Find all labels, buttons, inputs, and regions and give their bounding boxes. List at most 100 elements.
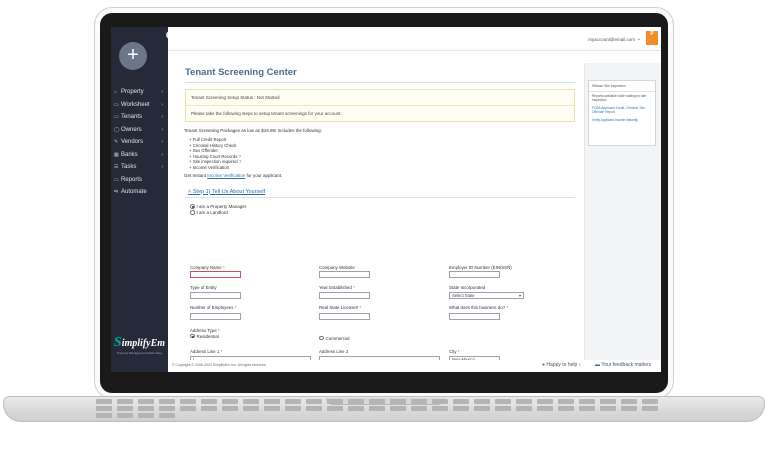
keyboard-key [264,406,280,411]
keyboard-key [285,406,301,411]
sidebar-item-automate[interactable]: ⇆ Automate [111,186,168,198]
radio-selected-icon[interactable] [190,204,195,209]
real_estate_license-label-text: Real State License# [319,305,359,310]
keyboard-key [411,406,427,411]
owners-icon: ◯ [114,126,120,133]
keyboard-key [474,406,490,411]
keyboard-key [516,406,532,411]
sidebar-item-tasks[interactable]: ☰ Tasks › [111,161,168,173]
chevron-right-icon: › [161,114,163,120]
state_incorporated-label-text: State Incorporated [449,285,486,290]
packages-intro: Tenant Screening Packages as low as $19.… [184,128,322,133]
address2-label-text: Address Line 2 [319,349,349,354]
state_incorporated-select[interactable]: Select State ▾ [449,292,524,299]
keyboard-key [285,399,301,404]
sidebar-item-banks[interactable]: ▦ Banks › [111,149,168,161]
keyboard-key [600,399,616,404]
radio-empty-icon[interactable] [319,335,324,341]
ein-label-text: Employer ID Number (EIN/SSN) [449,265,512,270]
address-type-commercial[interactable]: Commercial [319,335,350,341]
keyboard-key [159,406,175,411]
sidebar-item-property[interactable]: ⌂ Property › [111,86,168,98]
sidebar-item-label: Automate [121,189,147,195]
package-item-label: + Full Credit Report [189,137,227,142]
keyboard-key [243,406,259,411]
feedback-link[interactable]: ▬ Your feedback matters [595,362,651,368]
brand-logo: SimplifyEm Property Management Made Easy [111,335,168,355]
keyboard-key [495,399,511,404]
keyboard-key [180,399,196,404]
sidebar-item-worksheet[interactable]: ▭ Worksheet › [111,99,168,111]
page-title: Tenant Screening Center [185,67,297,78]
brand-initial: S [113,335,122,350]
keyboard-key [201,399,217,404]
radio-landlord[interactable]: I am a Landlord [190,210,577,216]
sidebar-item-vendors[interactable]: ✎ Vendors › [111,136,168,148]
vendors-icon: ✎ [114,139,119,145]
keyboard-key [621,406,637,411]
info-icon[interactable]: ? [239,159,241,164]
inspection-card: Without Site Inspection Reports availabl… [588,80,656,146]
business_does-label: What does this business do? * [449,305,508,310]
sidebar-item-label: Property [121,89,144,95]
sidebar-item-tenants[interactable]: ▭ Tenants › [111,111,168,123]
num_employees-input[interactable] [190,313,241,320]
brand-name: implifyEm [121,338,166,349]
income-verification-link[interactable]: Income Verification [207,173,245,178]
keyboard-key [558,406,574,411]
sidebar-item-reports[interactable]: ▭ Reports [111,174,168,186]
status-box: Tenant Screening Setup Status : Not Star… [185,89,575,122]
company_website-input[interactable] [319,271,370,278]
state_incorporated-value: Select State [452,293,475,298]
help-link[interactable]: ● Happy to help › [542,362,580,368]
radio-empty-icon[interactable] [190,210,195,215]
chevron-right-icon: › [161,126,163,133]
address-type-residential[interactable]: Residential [190,333,219,339]
footer: © Copyright © 2006-2024 SimplifyEm Inc. … [168,360,661,372]
required-marker: * [351,285,355,290]
step1-link[interactable]: ˄ Step 1) Tell Us About Yourself [188,189,577,195]
ein-label: Employer ID Number (EIN/SSN) [449,265,512,270]
keyboard [92,398,676,418]
ein-input[interactable] [449,271,500,278]
address-type-commercial-label: Commercial [325,335,350,341]
address-type-residential-label: Residential [196,333,219,339]
package-item-label: + Sex Offender [189,148,218,154]
info-icon[interactable]: ? [239,154,241,159]
package-item-label: + Housing Court Records [189,153,238,159]
profile-badge[interactable]: P [646,31,658,45]
keyboard-key [558,399,574,404]
keyboard-key [516,399,532,404]
sidebar-item-owners[interactable]: ◯ Owners › [111,124,168,136]
keyboard-key [306,406,322,411]
keyboard-key [642,406,658,411]
sidebar-item-label: Owners [121,126,142,133]
entity_type-input[interactable] [190,292,241,299]
add-button[interactable]: + [119,42,147,70]
setup-instructions: Please take the following steps to setup… [191,111,342,116]
state_incorporated-label: State Incorporated [449,285,485,290]
year_established-input[interactable] [319,292,370,299]
keyboard-key [117,406,133,411]
radio-selected-icon[interactable] [190,333,195,339]
instant-income-text: Get Instant Income Verification for your… [184,173,577,178]
company_name-input[interactable] [190,271,241,278]
num_employees-label: Number of Employees * [190,305,236,310]
fcra-report-link[interactable]: FCRA Approved Credit, Criminal, Sex Offe… [589,104,655,116]
keyboard-key [369,406,385,411]
required-marker: * [456,349,460,354]
verify-income-link[interactable]: Verify Applicant Income Instantly [589,116,655,124]
keyboard-key [117,413,133,418]
keyboard-key [537,399,553,404]
address1-label: Address Line 1 * [190,349,222,354]
business_does-input[interactable] [449,313,500,320]
package-item-label: + Income Verification [189,164,230,170]
keyboard-key [306,399,322,404]
real_estate_license-input[interactable] [319,313,370,320]
account-email[interactable]: myaccount@email.com [588,37,635,42]
sidebar-item-label: Reports [121,176,143,183]
chevron-down-icon[interactable]: ⌄ [637,36,641,42]
keyboard-key [390,406,406,411]
keyboard-key [96,406,112,411]
required-marker: * [358,305,362,310]
